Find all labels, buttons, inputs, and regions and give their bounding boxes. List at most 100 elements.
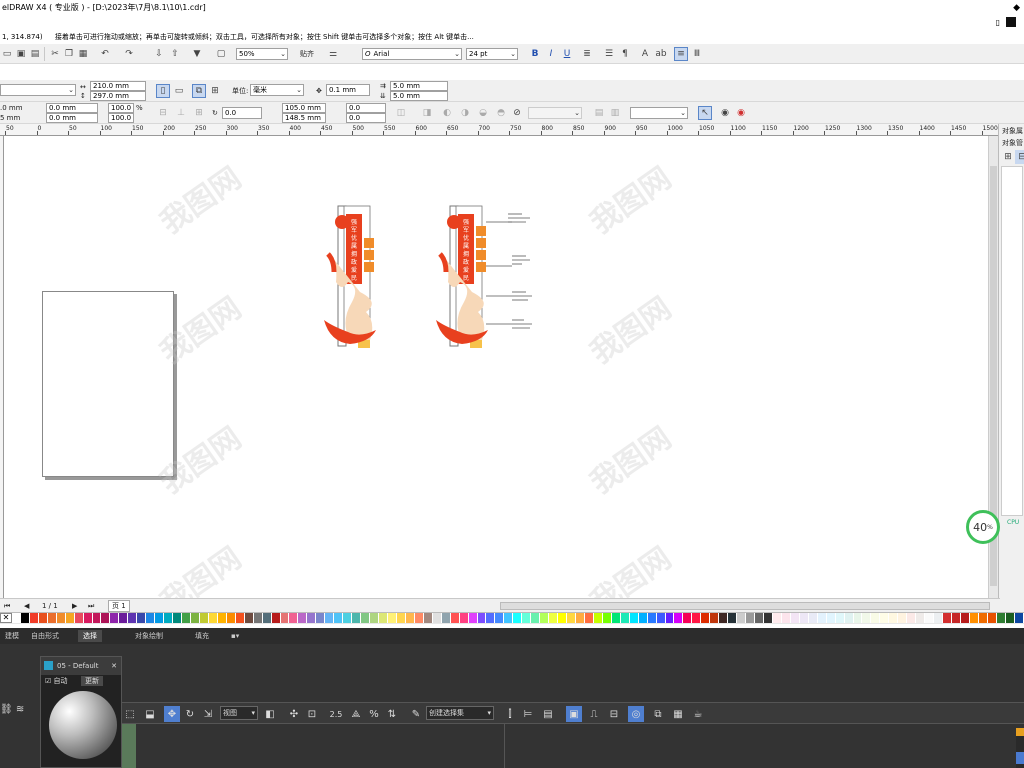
page-tab[interactable]: 页 1 — [108, 600, 130, 612]
layer-explorer-icon[interactable]: ▤ — [540, 706, 556, 722]
color-swatch[interactable] — [620, 613, 630, 623]
color-swatch[interactable] — [934, 613, 944, 623]
tab-populate[interactable]: 填充 — [190, 630, 214, 642]
font-size-dropdown[interactable]: 24 pt ⌄ — [466, 48, 518, 60]
color-swatch[interactable] — [262, 613, 272, 623]
page-outline[interactable] — [42, 291, 174, 477]
reference-coordinate-dropdown[interactable]: 视图 ▾ — [220, 706, 258, 720]
color-swatch[interactable] — [987, 613, 997, 623]
color-swatch[interactable] — [584, 613, 594, 623]
color-swatch[interactable] — [844, 613, 854, 623]
text-format-icon[interactable]: A — [638, 47, 652, 61]
color-swatch[interactable] — [235, 613, 245, 623]
snap-to-dropdown[interactable]: 贴齐 — [300, 49, 314, 59]
underline-icon[interactable]: U — [560, 47, 574, 61]
color-swatch[interactable] — [405, 613, 415, 623]
window-crossing-icon[interactable]: ⬓ — [142, 706, 158, 722]
tab-object-paint[interactable]: 对象绘制 — [130, 630, 168, 642]
color-swatch[interactable] — [352, 613, 362, 623]
color-swatch[interactable] — [423, 613, 433, 623]
spinner-snap-icon[interactable]: ⇅ — [384, 706, 400, 722]
color-swatch[interactable] — [513, 613, 523, 623]
color-swatch[interactable] — [101, 613, 111, 623]
color-swatch[interactable] — [128, 613, 138, 623]
color-swatch[interactable] — [137, 613, 147, 623]
color-swatch[interactable] — [450, 613, 460, 623]
color-swatch[interactable] — [960, 613, 970, 623]
ungroup-icon[interactable]: ◉ — [734, 106, 748, 120]
color-swatch[interactable] — [477, 613, 487, 623]
color-swatch[interactable] — [56, 613, 66, 623]
scene-explorer-icon[interactable]: ▣ — [566, 706, 582, 722]
color-swatch[interactable] — [567, 613, 576, 623]
color-swatch[interactable] — [146, 613, 156, 623]
prev-page-icon[interactable]: ◀ — [24, 601, 29, 611]
color-swatch[interactable] — [638, 613, 648, 623]
color-swatch[interactable] — [29, 613, 39, 623]
render-icon[interactable]: ☕ — [690, 706, 706, 722]
color-swatch[interactable] — [244, 613, 254, 623]
color-swatch[interactable] — [208, 613, 218, 623]
color-swatch[interactable] — [952, 613, 961, 623]
color-palette[interactable]: ✕ — [0, 612, 1024, 624]
color-swatch[interactable] — [65, 613, 75, 623]
edit-text-icon[interactable]: ab — [654, 47, 668, 61]
vertical-text-icon[interactable]: Ⅲ — [690, 47, 704, 61]
to-back-icon[interactable]: ◨ — [420, 106, 434, 120]
landscape-icon[interactable]: ▭ — [172, 84, 186, 98]
color-swatch[interactable] — [226, 613, 236, 623]
zoom-level-dropdown[interactable]: 50% ⌄ — [236, 48, 288, 60]
color-swatch[interactable] — [191, 613, 200, 623]
keyboard-shortcut-icon[interactable]: ⊡ — [304, 706, 320, 722]
lock-ratio-icon[interactable]: ⊟ — [156, 106, 170, 120]
duplicate-x-field[interactable]: 5.0 mm — [390, 81, 448, 91]
horizontal-text-icon[interactable]: ≡ — [674, 47, 688, 61]
corner-radius-1-field[interactable]: 0.0 — [346, 103, 386, 113]
color-swatch[interactable] — [593, 613, 603, 623]
tab-freeform[interactable]: 自由形式 — [26, 630, 64, 642]
color-swatch[interactable] — [656, 613, 666, 623]
color-swatch[interactable] — [334, 613, 344, 623]
edit-named-selection-icon[interactable]: ✎ — [408, 706, 424, 722]
color-swatch[interactable] — [925, 613, 935, 623]
next-page-icon[interactable]: ▶ — [72, 601, 77, 611]
color-swatch[interactable] — [199, 613, 209, 623]
welcome-screen-icon[interactable]: ▢ — [214, 47, 228, 61]
color-swatch[interactable] — [441, 613, 451, 623]
color-swatch[interactable] — [996, 613, 1006, 623]
select-scale-icon[interactable]: ⇲ — [200, 706, 216, 722]
color-swatch[interactable] — [817, 613, 827, 623]
color-swatch[interactable] — [862, 613, 872, 623]
convert-icon[interactable]: ⊘ — [510, 106, 524, 120]
color-swatch[interactable] — [683, 613, 693, 623]
last-page-icon[interactable]: ⏭ — [88, 601, 94, 611]
color-swatch[interactable] — [799, 613, 809, 623]
snaps-toggle-icon[interactable]: ⟁ — [348, 706, 364, 722]
x-position-value[interactable]: .0 mm — [0, 103, 23, 113]
print-icon[interactable]: ▤ — [28, 47, 42, 61]
color-swatch[interactable] — [1014, 613, 1024, 623]
color-swatch[interactable] — [92, 613, 102, 623]
color-swatch[interactable] — [343, 613, 353, 623]
simplify-icon[interactable]: ◓ — [494, 106, 508, 120]
material-preview-sphere[interactable] — [49, 691, 117, 759]
select-region-icon[interactable]: ⬚ — [122, 706, 138, 722]
center-y-field[interactable]: 148.5 mm — [282, 113, 326, 123]
paste-icon[interactable]: ▦ — [76, 47, 90, 61]
color-swatch[interactable] — [540, 613, 550, 623]
color-swatch[interactable] — [11, 613, 21, 623]
outline-width-dropdown[interactable]: ⌄ — [528, 107, 582, 119]
wrap-text-icon[interactable]: ▤ — [592, 106, 606, 120]
color-swatch[interactable] — [504, 613, 514, 623]
color-swatch[interactable] — [379, 613, 388, 623]
rendered-frame-icon[interactable]: ▦ — [670, 706, 686, 722]
color-swatch[interactable] — [728, 613, 738, 623]
select-move-icon[interactable]: ✥ — [164, 706, 180, 722]
named-selection-dropdown[interactable]: 创建选择集 ▾ — [426, 706, 494, 720]
color-swatch[interactable] — [1005, 613, 1015, 623]
undo-icon[interactable]: ↶ — [98, 47, 112, 61]
color-swatch[interactable] — [755, 613, 764, 623]
font-name-dropdown[interactable]: O Arial ⌄ — [362, 48, 462, 60]
color-swatch[interactable] — [361, 613, 371, 623]
export-icon[interactable]: ⇧ — [168, 47, 182, 61]
